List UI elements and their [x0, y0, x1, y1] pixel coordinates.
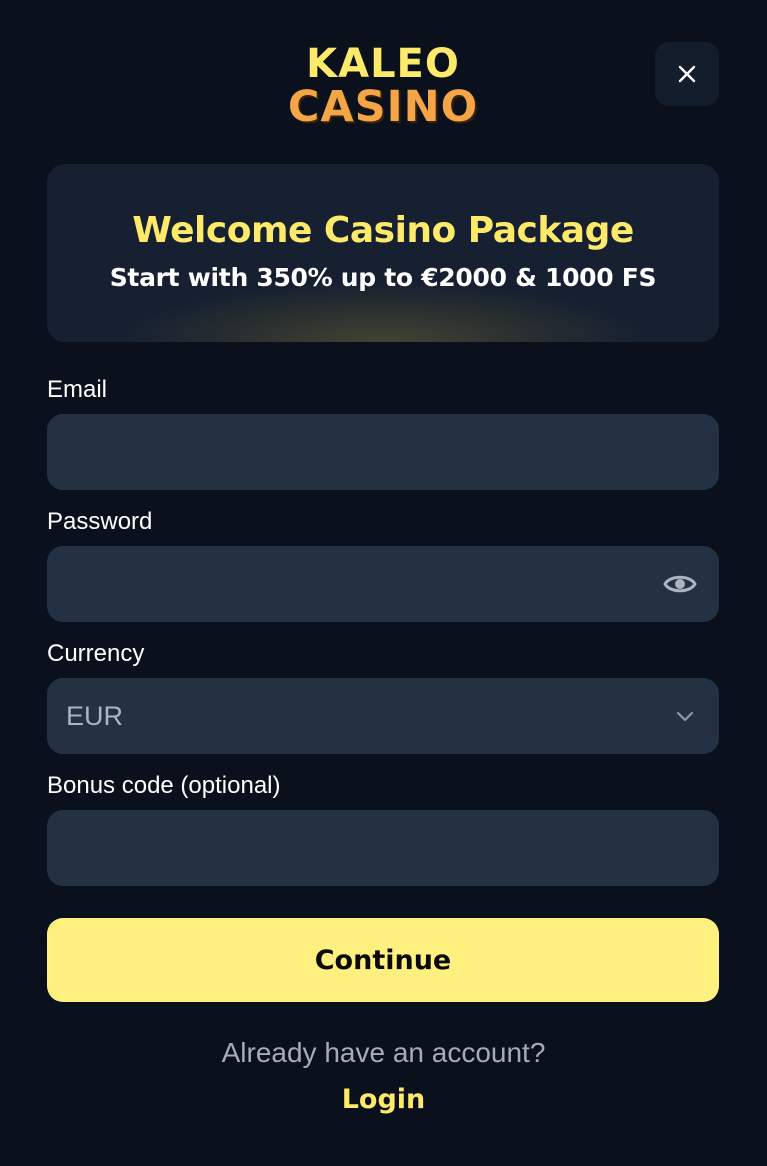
bonus-code-label: Bonus code (optional) — [47, 772, 281, 799]
chevron-down-icon — [676, 711, 694, 722]
welcome-package-banner: Welcome Casino Package Start with 350% u… — [47, 164, 719, 342]
currency-selected-value: EUR — [66, 701, 124, 731]
kaleo-casino-logo[interactable]: KALEO CASINO — [283, 40, 483, 134]
currency-select[interactable]: EUR — [47, 678, 719, 754]
bonus-code-field[interactable] — [47, 810, 719, 886]
login-link[interactable]: Login — [0, 1084, 767, 1115]
close-icon — [678, 65, 696, 83]
password-field-container — [47, 546, 719, 622]
email-field[interactable] — [47, 414, 719, 490]
email-label: Email — [47, 376, 108, 403]
promo-title: Welcome Casino Package — [132, 210, 634, 251]
currency-label: Currency — [47, 640, 145, 667]
bonus-code-field-container — [47, 810, 719, 886]
header: KALEO CASINO — [0, 0, 767, 150]
promo-subtitle: Start with 350% up to €2000 & 1000 FS — [109, 263, 657, 292]
logo-line-casino: CASINO — [287, 82, 479, 132]
already-have-account-text: Already have an account? — [221, 1037, 546, 1068]
eye-icon[interactable] — [663, 570, 697, 598]
close-button[interactable] — [655, 42, 719, 106]
continue-button[interactable]: Continue — [47, 918, 719, 1002]
password-label: Password — [47, 508, 153, 535]
logo-line-kaleo: KALEO — [306, 41, 460, 87]
email-field-container — [47, 414, 719, 490]
password-field[interactable] — [47, 546, 719, 622]
